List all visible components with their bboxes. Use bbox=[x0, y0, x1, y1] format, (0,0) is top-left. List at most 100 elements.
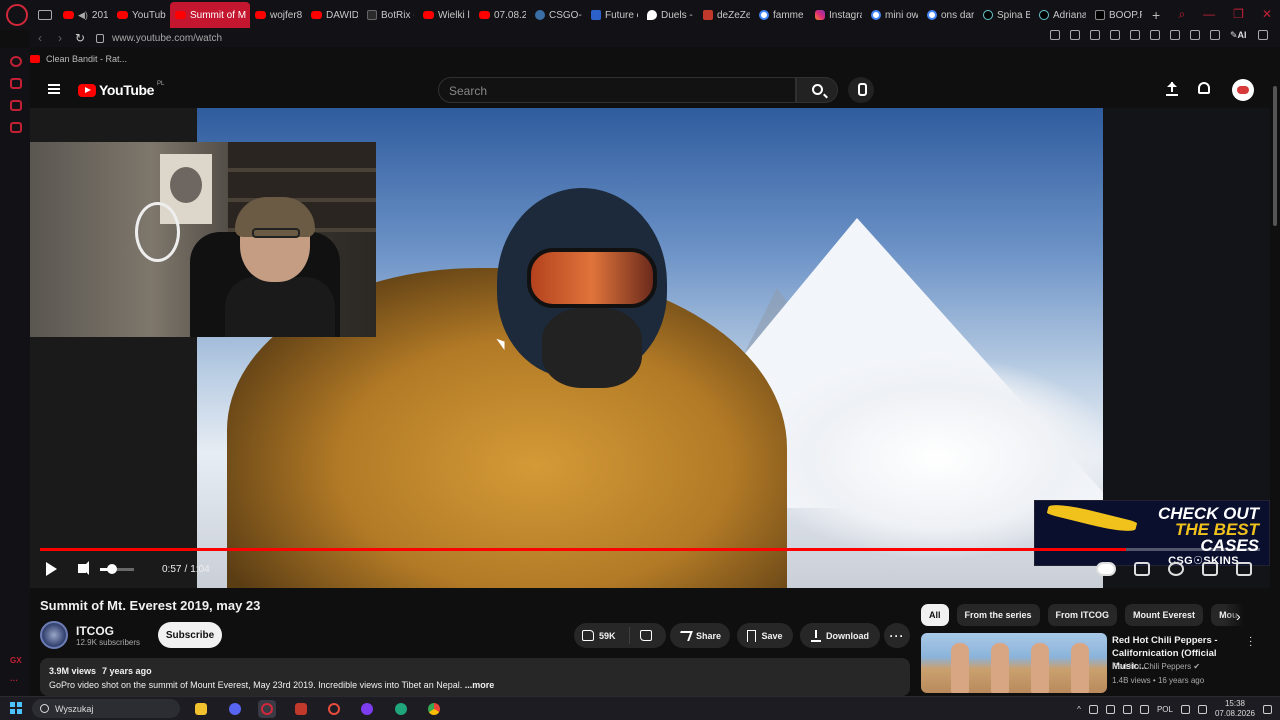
messenger-icon[interactable] bbox=[10, 122, 22, 133]
opera-logo-icon[interactable] bbox=[6, 4, 28, 26]
bookmark-icon[interactable] bbox=[1050, 30, 1060, 40]
maximize-icon[interactable]: ❐ bbox=[1233, 7, 1244, 22]
chip-from-the-series[interactable]: From the series bbox=[956, 604, 1040, 626]
browser-tab[interactable]: famme n bbox=[754, 2, 810, 28]
recommended-channel[interactable]: Red Hot Chili Peppers ✔ bbox=[1112, 662, 1200, 671]
clock[interactable]: 15:38 07.08.2026 bbox=[1215, 699, 1255, 719]
show-more-link[interactable]: ...more bbox=[462, 680, 495, 690]
player-icon[interactable] bbox=[1130, 30, 1140, 40]
browser-tab[interactable]: wojfer87 bbox=[250, 2, 306, 28]
chip-mount-everest[interactable]: Mount Everest bbox=[1125, 604, 1204, 626]
close-icon[interactable]: ✕ bbox=[1262, 7, 1272, 22]
browser-tab[interactable]: Wielki lo bbox=[418, 2, 474, 28]
search-tabs-icon[interactable]: ⌕ bbox=[1178, 7, 1185, 22]
search-input[interactable]: Search bbox=[438, 77, 796, 103]
gx-corner-icon[interactable] bbox=[10, 78, 22, 89]
browser-tab[interactable]: BotRix - bbox=[362, 2, 418, 28]
more-actions-button[interactable]: ··· bbox=[884, 623, 910, 648]
notifications-bell-icon[interactable] bbox=[1198, 82, 1210, 94]
share-button[interactable]: Share bbox=[670, 623, 730, 648]
browser-tab[interactable]: 07.08.20 bbox=[474, 2, 530, 28]
volume-icon[interactable] bbox=[78, 561, 89, 575]
autoplay-toggle-icon[interactable] bbox=[1096, 562, 1116, 576]
chip-from-channel[interactable]: From ITCOG bbox=[1047, 604, 1118, 626]
extensions-icon[interactable] bbox=[1170, 30, 1180, 40]
lock-icon[interactable] bbox=[96, 33, 104, 43]
url-field[interactable]: www.youtube.com/watch bbox=[112, 33, 222, 44]
easy-setup-icon[interactable] bbox=[1258, 30, 1268, 40]
wallet-icon[interactable] bbox=[1190, 30, 1200, 40]
opera-gx-taskbar-icon[interactable] bbox=[258, 700, 276, 718]
chip-all[interactable]: All bbox=[921, 604, 949, 626]
menu-icon[interactable] bbox=[48, 84, 60, 94]
subtitles-icon[interactable] bbox=[1134, 562, 1150, 576]
search-button[interactable] bbox=[796, 77, 838, 103]
miniplayer-icon[interactable] bbox=[1202, 562, 1218, 576]
browser-tab[interactable]: Future e bbox=[586, 2, 642, 28]
account-avatar[interactable] bbox=[1232, 79, 1254, 101]
tray-chevron-icon[interactable]: ^ bbox=[1077, 705, 1081, 714]
create-upload-icon[interactable] bbox=[1166, 82, 1178, 96]
settings-gear-icon[interactable] bbox=[1168, 562, 1184, 576]
file-explorer-icon[interactable] bbox=[192, 700, 210, 718]
aria-ai-icon[interactable]: ✎AI bbox=[1230, 30, 1248, 40]
windows-start-icon[interactable] bbox=[10, 702, 22, 714]
twitch-icon[interactable] bbox=[10, 100, 22, 111]
scrollbar-thumb[interactable] bbox=[1273, 86, 1277, 226]
gx-label[interactable]: GX bbox=[10, 656, 22, 665]
channel-name[interactable]: ITCOG bbox=[76, 624, 114, 638]
browser-tab[interactable]: ◀)2010 bbox=[58, 2, 112, 28]
minimize-icon[interactable]: — bbox=[1203, 7, 1215, 22]
voice-search-icon[interactable] bbox=[848, 77, 874, 103]
volume-slider[interactable] bbox=[100, 568, 134, 571]
tab-manager-icon[interactable] bbox=[38, 10, 52, 20]
bookmark-item[interactable]: Clean Bandit - Rat... bbox=[46, 54, 127, 64]
browser-tab[interactable]: Instagra bbox=[810, 2, 866, 28]
browser-tab[interactable]: Adriana bbox=[1034, 2, 1090, 28]
battery-icon[interactable] bbox=[1139, 704, 1149, 714]
microphone-icon[interactable] bbox=[1088, 704, 1098, 714]
browser-tab-active[interactable]: Summit of Mt. E bbox=[170, 2, 250, 28]
heart-icon[interactable] bbox=[1150, 30, 1160, 40]
fullscreen-icon[interactable] bbox=[1236, 562, 1252, 576]
new-tab-plus-icon[interactable]: + bbox=[1152, 7, 1160, 23]
description-box[interactable]: 3.9M views 7 years ago GoPro video shot o… bbox=[40, 658, 910, 696]
browser-tab[interactable]: mini owc bbox=[866, 2, 922, 28]
shield-icon[interactable] bbox=[1090, 30, 1100, 40]
translate-icon[interactable] bbox=[1110, 30, 1120, 40]
download-button[interactable]: Download bbox=[800, 623, 880, 648]
video-player[interactable]: CHECK OUT THE BEST CASES CSG☉SKINS 0:57/… bbox=[30, 108, 1270, 588]
like-button[interactable]: 59K bbox=[574, 627, 630, 644]
volume-knob[interactable] bbox=[106, 564, 117, 574]
browser-tab[interactable]: YouTube bbox=[112, 2, 170, 28]
sidebar-more-icon[interactable]: ··· bbox=[10, 676, 18, 685]
chevron-right-icon[interactable]: › bbox=[1236, 608, 1241, 624]
chrome-icon[interactable] bbox=[425, 700, 443, 718]
play-icon[interactable] bbox=[46, 562, 57, 576]
cloud-icon[interactable] bbox=[1180, 704, 1190, 714]
youtube-logo[interactable]: YouTube PL bbox=[78, 81, 164, 98]
notifications-icon[interactable] bbox=[1263, 704, 1272, 714]
opera-icon[interactable] bbox=[325, 700, 343, 718]
browser-tab[interactable]: deZeZe bbox=[698, 2, 754, 28]
shield-app-icon[interactable] bbox=[292, 700, 310, 718]
browser-tab[interactable]: DAWID J. bbox=[306, 2, 362, 28]
save-button[interactable]: Save bbox=[737, 623, 793, 648]
browser-tab[interactable]: Spina Bi bbox=[978, 2, 1034, 28]
browser-tab[interactable]: CSGO-S bbox=[530, 2, 586, 28]
forward-icon[interactable]: › bbox=[50, 31, 70, 45]
browser-tab[interactable]: ons dark bbox=[922, 2, 978, 28]
browser-tab[interactable]: Duels - ( bbox=[642, 2, 698, 28]
recommended-thumbnail[interactable] bbox=[921, 633, 1107, 693]
progress-bar[interactable] bbox=[40, 548, 1260, 551]
download-icon[interactable] bbox=[1210, 30, 1220, 40]
page-scrollbar[interactable] bbox=[1272, 72, 1278, 692]
more-vertical-icon[interactable]: · · · bbox=[1249, 633, 1252, 651]
subscribe-button[interactable]: Subscribe bbox=[158, 622, 222, 648]
channel-avatar[interactable] bbox=[40, 621, 68, 649]
snapshot-icon[interactable] bbox=[1070, 30, 1080, 40]
language-indicator[interactable]: POL bbox=[1157, 705, 1173, 714]
discord-icon[interactable] bbox=[226, 700, 244, 718]
browser-tab[interactable]: BOOP.PL bbox=[1090, 2, 1146, 28]
thumbs-down-icon[interactable] bbox=[640, 630, 652, 641]
